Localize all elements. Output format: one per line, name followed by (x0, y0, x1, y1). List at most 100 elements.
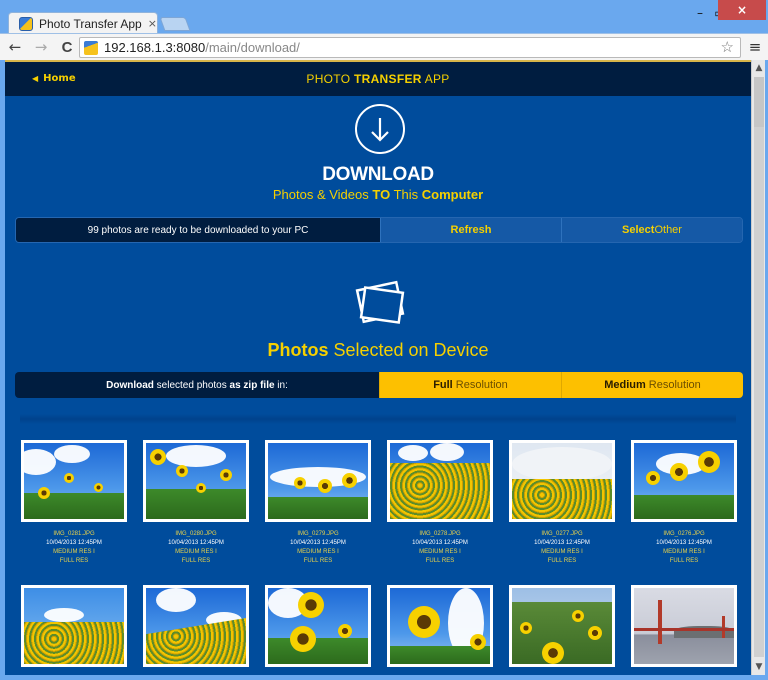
photo-filename: IMG_0280.JPG (175, 531, 217, 537)
photo-date: 10/04/2013 12:45PM (168, 540, 224, 546)
full-resolution-button[interactable]: Full Resolution (379, 372, 561, 398)
photo-thumbnail[interactable] (21, 585, 127, 667)
photo-card: IMG_0276.JPG 10/04/2013 12:45PM MEDIUM RES… (631, 440, 737, 566)
photo-meta: IMG_0277.JPG 10/04/2013 12:45PM MEDIUM RES… (509, 530, 615, 566)
photo-date: 10/04/2013 12:45PM (656, 540, 712, 546)
photo-filename: IMG_0279.JPG (297, 531, 339, 537)
minimize-button[interactable]: – (690, 3, 710, 23)
thumbnail-scene-shape (646, 471, 660, 485)
thumbnail-scene-shape (670, 463, 688, 481)
medium-res-link[interactable]: MEDIUM RES I (21, 548, 127, 557)
thumbnail-scene-shape (588, 626, 602, 640)
medium-res-link[interactable]: MEDIUM RES I (387, 548, 493, 557)
select-other-button[interactable]: Select Other (561, 218, 742, 242)
thumbnail-scene-shape (698, 451, 720, 473)
thumbnail-scene-shape (268, 638, 368, 664)
thumbnail-scene-shape (430, 443, 464, 461)
tab-close-icon[interactable]: × (148, 17, 157, 30)
full-rest: Resolution (452, 379, 508, 391)
photo-thumbnail[interactable] (387, 585, 493, 667)
photo-filename: IMG_0281.JPG (53, 531, 95, 537)
photo-thumbnail[interactable] (21, 440, 127, 522)
new-tab-button[interactable] (159, 17, 191, 31)
photo-card: IMG_0277.JPG 10/04/2013 12:45PM MEDIUM RES… (509, 440, 615, 566)
thumbnail-scene-shape (398, 445, 428, 461)
refresh-label: Refresh (450, 224, 492, 236)
full-res-link[interactable]: FULL RES (387, 557, 493, 566)
full-res-link[interactable]: FULL RES (21, 557, 127, 566)
section-divider (20, 414, 736, 424)
medium-res-link[interactable]: MEDIUM RES I (143, 548, 249, 557)
thumbnail-scene-shape (38, 487, 50, 499)
scroll-up-arrow-icon[interactable]: ▲ (752, 60, 766, 76)
browser-menu-icon[interactable]: ≡ (746, 37, 764, 57)
scroll-track[interactable] (754, 77, 764, 657)
photo-thumbnail[interactable] (143, 585, 249, 667)
forward-button[interactable]: → (30, 36, 52, 58)
thumbnail-scene-shape (196, 483, 206, 493)
full-res-link[interactable]: FULL RES (631, 557, 737, 566)
photos-heading-rest: Selected on Device (328, 340, 489, 360)
status-text: 99 photos are ready to be downloaded to … (16, 218, 380, 242)
photo-card (631, 585, 737, 667)
thumbnail-scene-shape (156, 588, 196, 612)
photo-card (265, 585, 371, 667)
full-res-link[interactable]: FULL RES (509, 557, 615, 566)
photo-meta: IMG_0278.JPG 10/04/2013 12:45PM MEDIUM RES… (387, 530, 493, 566)
photo-meta: IMG_0279.JPG 10/04/2013 12:45PM MEDIUM RES… (265, 530, 371, 566)
medium-resolution-button[interactable]: Medium Resolution (561, 372, 743, 398)
zip-lead-1: Download (106, 379, 154, 391)
photo-thumbnail[interactable] (143, 440, 249, 522)
full-bold: Full (433, 379, 453, 391)
photo-card (387, 585, 493, 667)
refresh-button[interactable]: Refresh (380, 218, 561, 242)
sub-part-3: This (390, 187, 422, 202)
select-label-bold: Select (622, 224, 655, 236)
thumbnail-scene-shape (146, 489, 246, 519)
photo-thumbnail[interactable] (387, 440, 493, 522)
app-title: PHOTO TRANSFER APP (5, 72, 751, 86)
photo-meta: IMG_0280.JPG 10/04/2013 12:45PM MEDIUM RES… (143, 530, 249, 566)
photo-thumbnail[interactable] (631, 585, 737, 667)
address-bar[interactable]: 192.168.1.3:8080/main/download/ ☆ (79, 37, 741, 58)
thumbnail-scene-shape (44, 608, 84, 622)
medium-res-link[interactable]: MEDIUM RES I (631, 548, 737, 557)
photo-date: 10/04/2013 12:45PM (290, 540, 346, 546)
thumbnail-scene-shape (298, 592, 324, 618)
browser-window: Photo Transfer App - DOWNLOAD × – ▭ × ← … (0, 0, 768, 680)
vertical-scrollbar[interactable]: ▲ ▼ (751, 60, 765, 675)
photo-date: 10/04/2013 12:45PM (46, 540, 102, 546)
scroll-down-arrow-icon[interactable]: ▼ (752, 659, 766, 675)
tab-title: Photo Transfer App - DOWNLOAD (39, 16, 142, 31)
app-favicon-icon (19, 16, 33, 31)
full-res-link[interactable]: FULL RES (265, 557, 371, 566)
back-button[interactable]: ← (4, 36, 26, 58)
photo-thumbnail[interactable] (265, 440, 371, 522)
photo-thumbnail[interactable] (265, 585, 371, 667)
thumbnail-scene-shape (342, 473, 357, 488)
medium-rest: Resolution (645, 379, 701, 391)
zip-lead-3: as zip file (229, 379, 275, 391)
photo-card: IMG_0280.JPG 10/04/2013 12:45PM MEDIUM RES… (143, 440, 249, 566)
photo-filename: IMG_0277.JPG (541, 531, 583, 537)
photo-thumbnail[interactable] (509, 440, 615, 522)
photo-filename: IMG_0276.JPG (663, 531, 705, 537)
scroll-thumb[interactable] (754, 77, 764, 127)
medium-res-link[interactable]: MEDIUM RES I (509, 548, 615, 557)
sub-part-4: Computer (421, 187, 484, 202)
photo-date: 10/04/2013 12:45PM (412, 540, 468, 546)
thumbnail-scene-shape (722, 616, 725, 638)
thumbnail-scene-shape (470, 634, 486, 650)
thumbnail-scene-shape (54, 445, 90, 463)
bookmark-star-icon[interactable]: ☆ (721, 38, 734, 57)
thumbnail-scene-shape (220, 469, 232, 481)
photo-card (143, 585, 249, 667)
full-res-link[interactable]: FULL RES (143, 557, 249, 566)
reload-button[interactable]: C (56, 36, 78, 58)
medium-res-link[interactable]: MEDIUM RES I (265, 548, 371, 557)
photo-card: IMG_0281.JPG 10/04/2013 12:45PM MEDIUM RES… (21, 440, 127, 566)
photo-thumbnail[interactable] (509, 585, 615, 667)
browser-tab[interactable]: Photo Transfer App - DOWNLOAD × (8, 12, 158, 34)
photo-thumbnail[interactable] (631, 440, 737, 522)
close-window-button[interactable]: × (718, 0, 766, 20)
